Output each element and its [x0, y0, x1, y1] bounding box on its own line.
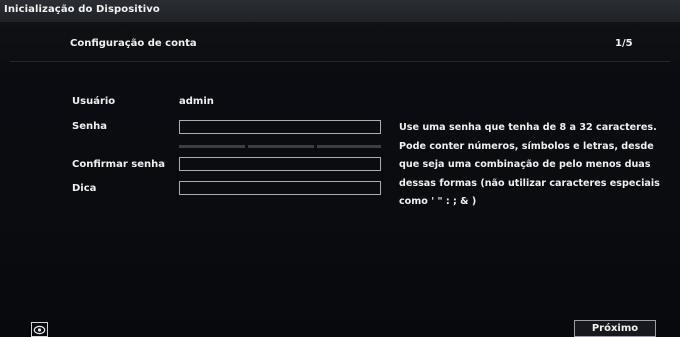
password-label: Senha: [72, 121, 107, 132]
window-title: Inicialização do Dispositivo: [4, 4, 160, 15]
step-indicator: 1/5: [615, 38, 633, 49]
password-strength-segment-3: [317, 145, 381, 148]
eye-icon: [33, 325, 46, 335]
device-init-screen: Inicialização do Dispositivo Configuraçã…: [0, 0, 680, 337]
header-divider: [10, 61, 670, 62]
password-requirements-text: Use uma senha que tenha de 8 a 32 caract…: [399, 122, 660, 207]
next-button[interactable]: Próximo: [574, 320, 656, 337]
password-strength-segment-1: [179, 145, 245, 148]
section-title: Configuração de conta: [70, 38, 197, 49]
user-label: Usuário: [72, 96, 116, 107]
confirm-password-field[interactable]: [179, 157, 381, 171]
show-password-button[interactable]: [31, 322, 48, 337]
hint-label: Dica: [72, 183, 97, 194]
confirm-password-label: Confirmar senha: [72, 159, 165, 170]
password-field[interactable]: [179, 120, 381, 134]
title-bar: Inicialização do Dispositivo: [0, 0, 680, 23]
user-value: admin: [179, 96, 214, 107]
password-strength-segment-2: [248, 145, 314, 148]
hint-field[interactable]: [179, 181, 381, 195]
